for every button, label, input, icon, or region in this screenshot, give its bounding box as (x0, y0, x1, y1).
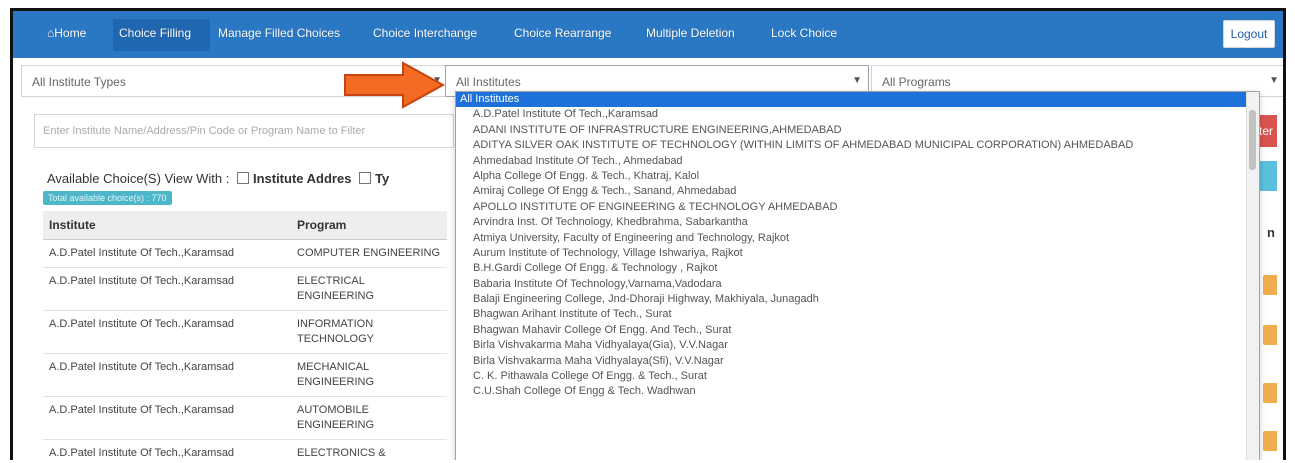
dropdown-option[interactable]: Bhagwan Mahavir College Of Engg. And Tec… (456, 323, 1259, 338)
chevron-down-icon: ▼ (852, 75, 862, 86)
table-header-row: Institute Program (43, 211, 447, 240)
type-checkbox[interactable] (359, 172, 372, 184)
type-label: Ty (375, 171, 390, 186)
dropdown-option[interactable]: Arvindra Inst. Of Technology, Khedbrahma… (456, 215, 1259, 230)
nav-manage-filled-choices[interactable]: Manage Filled Choices (218, 26, 340, 40)
dropdown-option[interactable]: All Institutes (456, 92, 1259, 108)
institute-cell: A.D.Patel Institute Of Tech.,Karamsad (43, 267, 291, 311)
table-row: A.D.Patel Institute Of Tech.,Karamsad ME… (43, 353, 447, 397)
add-choice-button[interactable] (1263, 383, 1277, 403)
table-row: A.D.Patel Institute Of Tech.,Karamsad CO… (43, 239, 447, 268)
dropdown-option[interactable]: C.U.Shah College Of Engg & Tech. Wadhwan (456, 384, 1259, 399)
institute-cell: A.D.Patel Institute Of Tech.,Karamsad (43, 439, 291, 460)
nav-choice-filling[interactable]: Choice Filling (119, 26, 191, 40)
program-cell: ELECTRICAL ENGINEERING (291, 267, 447, 311)
app-frame: ⌂Home Choice Filling Manage Filled Choic… (10, 8, 1286, 460)
search-input[interactable]: Enter Institute Name/Address/Pin Code or… (34, 114, 454, 148)
add-choice-button[interactable] (1263, 275, 1277, 295)
institute-cell: A.D.Patel Institute Of Tech.,Karamsad (43, 353, 291, 397)
institute-address-checkbox[interactable] (236, 172, 249, 184)
institute-cell: A.D.Patel Institute Of Tech.,Karamsad (43, 239, 291, 268)
add-choice-button[interactable] (1263, 325, 1277, 345)
column-header-action: n (1267, 225, 1275, 240)
nav-multiple-deletion[interactable]: Multiple Deletion (646, 26, 735, 40)
table-row: A.D.Patel Institute Of Tech.,Karamsad IN… (43, 310, 447, 354)
dropdown-option[interactable]: Alpha College Of Engg. & Tech., Khatraj,… (456, 169, 1259, 184)
dropdown-option[interactable]: Bhagwan Arihant Institute of Tech., Sura… (456, 307, 1259, 322)
dropdown-option[interactable]: Birla Vishvakarma Maha Vidhyalaya(Sfi), … (456, 354, 1259, 369)
dropdown-option[interactable]: A.D.Patel Institute Of Tech.,Karamsad (456, 107, 1259, 122)
institute-address-label: Institute Addres (252, 171, 352, 186)
dropdown-option[interactable]: C. K. Pithawala College Of Engg. & Tech.… (456, 369, 1259, 384)
total-choices-badge: Total available choice(s) : 770 (43, 191, 172, 205)
dropdown-option[interactable]: APOLLO INSTITUTE OF ENGINEERING & TECHNO… (456, 200, 1259, 215)
table-row: A.D.Patel Institute Of Tech.,Karamsad EL… (43, 439, 447, 460)
dropdown-option[interactable]: ADITYA SILVER OAK INSTITUTE OF TECHNOLOG… (456, 138, 1259, 153)
institute-dropdown-list[interactable]: All Institutes A.D.Patel Institute Of Tec… (455, 91, 1260, 460)
choices-table: Institute Program A.D.Patel Institute Of… (43, 211, 447, 460)
institute-type-value: All Institute Types (32, 75, 126, 89)
chevron-down-icon: ▼ (1269, 75, 1279, 86)
top-navbar: ⌂Home Choice Filling Manage Filled Choic… (13, 11, 1283, 58)
nav-choice-interchange[interactable]: Choice Interchange (373, 26, 477, 40)
nav-lock-choice[interactable]: Lock Choice (771, 26, 837, 40)
dropdown-option[interactable]: ADANI INSTITUTE OF INFRASTRUCTURE ENGINE… (456, 123, 1259, 138)
institute-cell: A.D.Patel Institute Of Tech.,Karamsad (43, 396, 291, 440)
institute-value: All Institutes (456, 75, 521, 89)
institute-cell: A.D.Patel Institute Of Tech.,Karamsad (43, 310, 291, 354)
logout-button[interactable]: Logout (1223, 20, 1275, 48)
table-row: A.D.Patel Institute Of Tech.,Karamsad EL… (43, 267, 447, 311)
dropdown-options: All Institutes A.D.Patel Institute Of Tec… (456, 92, 1259, 400)
dropdown-option[interactable]: Birla Vishvakarma Maha Vidhyalaya(Gia), … (456, 338, 1259, 353)
nav-home[interactable]: ⌂Home (47, 26, 86, 40)
program-cell: ELECTRONICS & (291, 439, 447, 460)
red-arrow-icon (344, 61, 446, 109)
program-cell: MECHANICAL ENGINEERING (291, 353, 447, 397)
view-with-label: Available Choice(S) View With : (47, 171, 230, 186)
program-value: All Programs (882, 75, 951, 89)
column-header-program: Program (291, 211, 447, 240)
nav-choice-rearrange[interactable]: Choice Rearrange (514, 26, 611, 40)
column-header-institute: Institute (43, 211, 291, 240)
program-cell: INFORMATION TECHNOLOGY (291, 310, 447, 354)
scrollbar-thumb[interactable] (1249, 110, 1256, 170)
add-choice-button[interactable] (1263, 431, 1277, 451)
dropdown-option[interactable]: Amiraj College Of Engg & Tech., Sanand, … (456, 184, 1259, 199)
dropdown-scrollbar[interactable] (1246, 92, 1259, 460)
dropdown-option[interactable]: B.H.Gardi College Of Engg. & Technology … (456, 261, 1259, 276)
program-cell: AUTOMOBILE ENGINEERING (291, 396, 447, 440)
dropdown-option[interactable]: Balaji Engineering College, Jnd-Dhoraji … (456, 292, 1259, 307)
dropdown-option[interactable]: Babaria Institute Of Technology,Varnama,… (456, 277, 1259, 292)
dropdown-option[interactable]: Aurum Institute of Technology, Village I… (456, 246, 1259, 261)
dropdown-option[interactable]: Ahmedabad Institute Of Tech., Ahmedabad (456, 154, 1259, 169)
program-cell: COMPUTER ENGINEERING (291, 239, 447, 268)
view-with-options: Available Choice(S) View With : Institut… (47, 171, 389, 186)
dropdown-option[interactable]: Atmiya University, Faculty of Engineerin… (456, 231, 1259, 246)
table-row: A.D.Patel Institute Of Tech.,Karamsad AU… (43, 396, 447, 440)
